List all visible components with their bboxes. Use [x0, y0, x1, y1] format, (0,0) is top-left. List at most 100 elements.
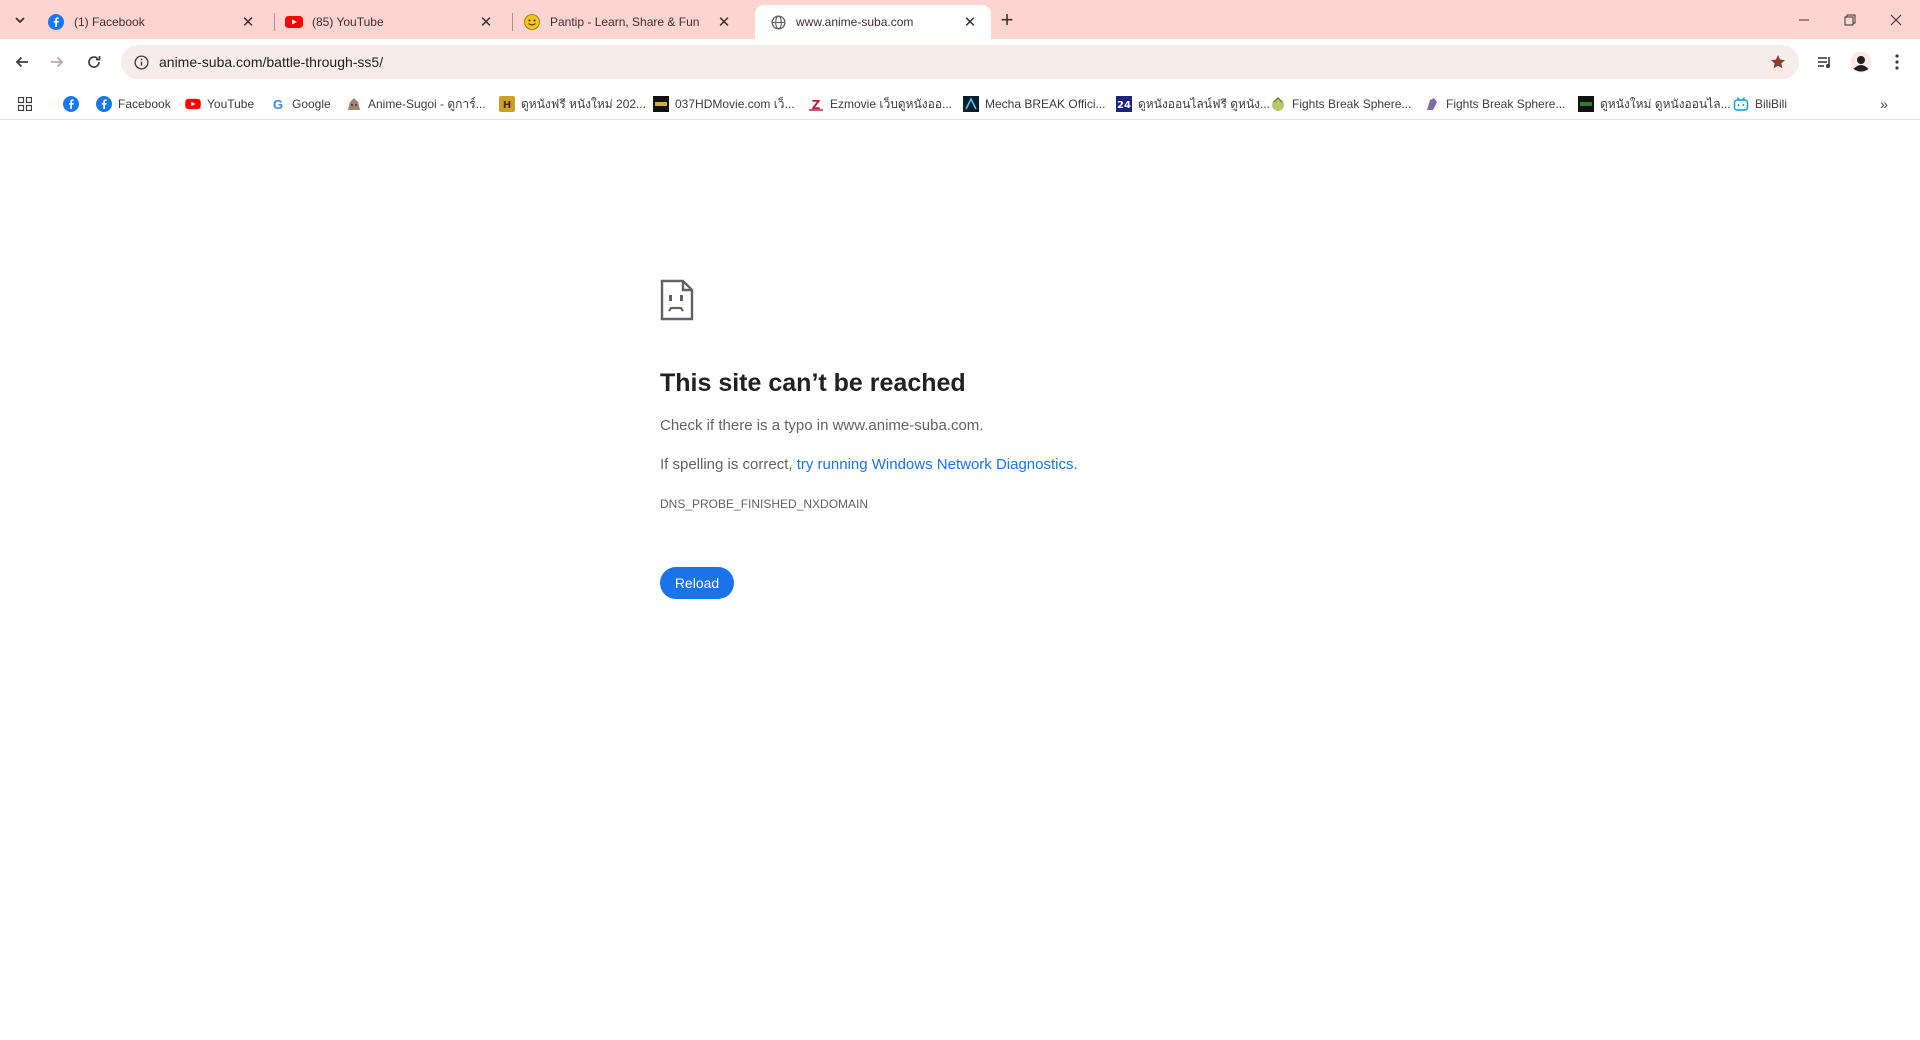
site-info-icon[interactable] — [123, 45, 159, 79]
minimize-button[interactable] — [1781, 0, 1827, 39]
diagnostics-suffix: . — [1073, 456, 1078, 473]
error-code: DNS_PROBE_FINISHED_NXDOMAIN — [660, 497, 869, 511]
bookmark-movie-site[interactable]: H ดูหนังฟรี หนังใหม่ 202... — [495, 92, 650, 116]
bookmark-facebook[interactable]: Facebook — [92, 92, 175, 116]
tab-search-button[interactable] — [8, 9, 32, 31]
anime-sugoi-icon — [346, 96, 362, 112]
chevron-down-icon — [15, 17, 25, 24]
tab-anime-suba[interactable]: www.anime-suba.com ✕ — [755, 5, 991, 39]
tab-facebook[interactable]: (1) Facebook ✕ — [33, 5, 269, 39]
mecha-break-icon — [963, 96, 979, 112]
bookmark-037hd[interactable]: 037HDMovie.com เว็... — [649, 92, 799, 116]
bookmark-youtube[interactable]: YouTube — [181, 92, 258, 116]
bookmark-fights-break[interactable]: Fights Break Sphere... — [1266, 92, 1415, 116]
bookmark-label: Fights Break Sphere... — [1292, 97, 1412, 111]
arrow-left-icon — [15, 56, 28, 68]
bookmarks-overflow-button[interactable]: » — [1874, 94, 1894, 114]
url-text[interactable]: anime-suba.com/battle-through-ss5/ — [159, 54, 383, 70]
bookmark-label: Facebook — [118, 97, 171, 111]
reload-button[interactable]: Reload — [660, 567, 734, 599]
bookmark-label: ดูหนังออนไลน์ฟรี ดูหนัง... — [1138, 96, 1271, 111]
restore-button[interactable] — [1827, 0, 1873, 39]
tab-title: Pantip - Learn, Share & Fun — [550, 15, 700, 29]
apps-button[interactable] — [14, 93, 36, 115]
chevron-double-right-icon: » — [1880, 96, 1888, 112]
bookmark-label: Fights Break Sphere... — [1446, 97, 1566, 111]
bookmark-label: 037HDMovie.com เว็... — [675, 96, 795, 111]
svg-text:H: H — [503, 100, 511, 111]
bookmark-label: Google — [292, 97, 331, 111]
browser-toolbar: anime-suba.com/battle-through-ss5/ — [0, 39, 1920, 86]
bookmark-label: Ezmovie เว็บดูหนังออ... — [830, 96, 952, 111]
ezmovie-icon: Z — [808, 96, 824, 112]
restore-icon — [1844, 14, 1856, 25]
new-tab-button[interactable]: + — [994, 7, 1020, 32]
reload-toolbar-button[interactable] — [78, 46, 110, 78]
bookmark-bilibili[interactable]: BiliBili — [1729, 92, 1791, 116]
google-icon: G — [272, 96, 284, 112]
fights-break-icon-2 — [1424, 96, 1440, 112]
037hd-icon — [653, 96, 669, 112]
movie-new-icon — [1578, 96, 1594, 112]
playlist-icon — [1818, 57, 1830, 68]
media-controls-button[interactable] — [1810, 47, 1840, 77]
globe-icon — [769, 13, 787, 31]
menu-button[interactable] — [1882, 47, 1912, 77]
facebook-icon — [96, 96, 112, 112]
sad-document-icon — [660, 279, 694, 321]
bookmark-facebook-icon-only[interactable] — [59, 92, 89, 116]
profile-button[interactable] — [1846, 47, 1876, 77]
movie-online-icon: 24 — [1116, 96, 1132, 112]
youtube-icon — [285, 13, 303, 31]
tab-title: (1) Facebook — [74, 15, 145, 29]
bookmarks-bar: Facebook YouTube G Google Anime-Sugoi - … — [0, 86, 1920, 120]
reload-icon — [88, 56, 101, 68]
bookmark-ezmovie[interactable]: Z Ezmovie เว็บดูหนังออ... — [804, 92, 956, 116]
bookmark-label: YouTube — [207, 97, 255, 111]
facebook-icon — [63, 96, 79, 112]
more-vert-icon — [1895, 54, 1899, 70]
close-window-button[interactable] — [1873, 0, 1919, 39]
close-icon[interactable]: ✕ — [715, 13, 733, 31]
error-title: This site can’t be reached — [660, 369, 966, 397]
forward-button[interactable] — [41, 46, 73, 78]
pantip-icon — [523, 13, 541, 31]
arrow-right-icon — [51, 56, 64, 68]
page-content: This site can’t be reached Check if ther… — [0, 121, 1920, 1040]
tab-title: (85) YouTube — [312, 15, 384, 29]
apps-grid-icon — [18, 97, 32, 111]
bookmark-star-icon[interactable] — [1769, 53, 1787, 71]
bookmark-movie-online[interactable]: 24 ดูหนังออนไลน์ฟรี ดูหนัง... — [1112, 92, 1274, 116]
minimize-icon — [1799, 19, 1809, 20]
diagnostics-prefix: If spelling is correct, — [660, 456, 797, 473]
close-icon[interactable]: ✕ — [477, 13, 495, 31]
address-bar[interactable]: anime-suba.com/battle-through-ss5/ — [121, 45, 1799, 79]
bookmark-label: Anime-Sugoi - ดูการ์... — [368, 96, 486, 111]
bookmark-mecha-break[interactable]: Mecha BREAK Offici... — [959, 92, 1110, 116]
diagnostics-hint: If spelling is correct, try running Wind… — [660, 456, 1078, 473]
facebook-icon — [47, 13, 65, 31]
youtube-icon — [185, 96, 201, 112]
close-icon[interactable]: ✕ — [239, 13, 257, 31]
bookmark-label: ดูหนังใหม่ ดูหนังออนไล... — [1600, 96, 1731, 111]
fights-break-icon — [1270, 96, 1286, 112]
bookmark-google[interactable]: G Google — [266, 92, 335, 116]
typo-hint: Check if there is a typo in www.anime-su… — [660, 417, 984, 434]
diagnostics-link[interactable]: try running Windows Network Diagnostics — [797, 456, 1074, 473]
tab-title: www.anime-suba.com — [796, 15, 914, 29]
bookmark-movie-new[interactable]: ดูหนังใหม่ ดูหนังออนไล... — [1574, 92, 1735, 116]
close-icon — [1890, 14, 1902, 25]
bookmark-label: ดูหนังฟรี หนังใหม่ 202... — [521, 96, 647, 111]
plus-icon: + — [1000, 7, 1014, 32]
bookmark-anime-sugoi[interactable]: Anime-Sugoi - ดูการ์... — [342, 92, 490, 116]
close-icon[interactable]: ✕ — [961, 13, 979, 31]
avatar-icon — [1850, 51, 1872, 73]
tab-youtube[interactable]: (85) YouTube ✕ — [271, 5, 507, 39]
bookmark-label: BiliBili — [1755, 97, 1788, 111]
back-button[interactable] — [6, 46, 38, 78]
tab-pantip[interactable]: Pantip - Learn, Share & Fun ✕ — [509, 5, 745, 39]
svg-text:24: 24 — [1117, 100, 1131, 111]
tab-strip: (1) Facebook ✕ (85) YouTube ✕ Pantip - L… — [0, 0, 1920, 39]
bilibili-icon — [1733, 96, 1749, 112]
bookmark-fights-break-2[interactable]: Fights Break Sphere... — [1420, 92, 1569, 116]
